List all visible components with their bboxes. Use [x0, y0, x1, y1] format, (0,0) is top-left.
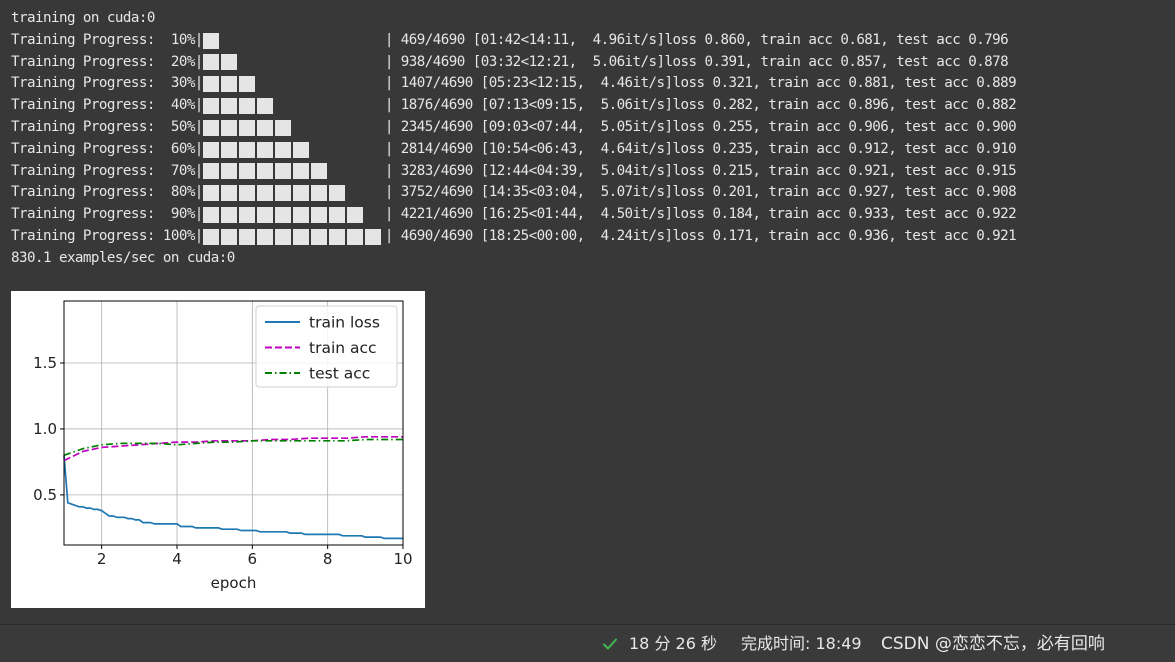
progress-label: Training Progress: 80%| — [11, 184, 203, 201]
progress-bar-fill — [202, 76, 257, 93]
progress-bar — [202, 141, 383, 159]
progress-bar — [202, 75, 383, 93]
header-line: training on cuda:0 — [11, 10, 155, 26]
progress-bar — [202, 206, 383, 224]
legend-label: train acc — [309, 339, 377, 357]
progress-bar-fill — [202, 54, 239, 71]
progress-line: Training Progress: 20%| | 938/4690 [03:32… — [11, 52, 1171, 74]
progress-stats: | 2345/4690 [09:03<07:44, 5.05it/s]loss … — [384, 118, 1017, 135]
progress-line: Training Progress: 90%| | 4221/4690 [16:2… — [11, 204, 1171, 226]
progress-stats: | 938/4690 [03:32<12:21, 5.06it/s]loss 0… — [384, 53, 1009, 70]
progress-line: Training Progress: 80%| | 3752/4690 [14:3… — [11, 182, 1171, 204]
progress-bar — [202, 32, 383, 50]
training-chart: 2 4 6 8 10 0.5 1.0 1.5 epoch train loss train acc t… — [33, 300, 413, 592]
progress-line: Training Progress: 70%| | 3283/4690 [12:4… — [11, 161, 1171, 183]
progress-bar-fill — [202, 207, 365, 224]
progress-bar — [202, 162, 383, 180]
x-tick-label: 6 — [248, 550, 258, 568]
progress-bar-fill — [202, 228, 383, 245]
check-icon — [603, 638, 617, 650]
elapsed-time: 18 分 26 秒 — [629, 634, 717, 653]
y-tick-label: 0.5 — [33, 486, 57, 504]
progress-bar-fill — [202, 141, 311, 158]
progress-stats: | 1876/4690 [07:13<09:15, 5.06it/s]loss … — [384, 97, 1017, 114]
progress-label: Training Progress: 60%| — [11, 140, 203, 157]
progress-bar — [202, 119, 383, 137]
x-tick-label: 4 — [172, 550, 182, 568]
progress-label: Training Progress: 50%| — [11, 118, 203, 135]
progress-label: Training Progress: 30%| — [11, 75, 203, 92]
progress-stats: | 4221/4690 [16:25<01:44, 4.50it/s]loss … — [384, 206, 1017, 223]
progress-list: Training Progress: 10%| | 469/4690 [01:42… — [11, 30, 1171, 248]
progress-stats: | 2814/4690 [10:54<06:43, 4.64it/s]loss … — [384, 140, 1017, 157]
progress-line: Training Progress: 50%| | 2345/4690 [09:0… — [11, 117, 1171, 139]
throughput-line: 830.1 examples/sec on cuda:0 — [11, 249, 235, 266]
progress-stats: | 469/4690 [01:42<14:11, 4.96it/s]loss 0… — [384, 31, 1009, 48]
progress-label: Training Progress: 90%| — [11, 206, 203, 223]
x-tick-label: 10 — [393, 550, 412, 568]
progress-line: Training Progress: 30%| | 1407/4690 [05:2… — [11, 73, 1171, 95]
progress-bar-fill — [202, 163, 329, 180]
status-bar: 18 分 26 秒 完成时间: 18:49 CSDN @恋恋不忘，必有回响 — [0, 624, 1175, 662]
progress-bar — [202, 53, 383, 71]
progress-bar — [202, 184, 383, 202]
progress-bar — [202, 97, 383, 115]
progress-stats: | 4690/4690 [18:25<00:00, 4.24it/s]loss … — [384, 227, 1017, 244]
x-tick-label: 8 — [323, 550, 333, 568]
progress-label: Training Progress: 40%| — [11, 97, 203, 114]
progress-stats: | 3283/4690 [12:44<04:39, 5.04it/s]loss … — [384, 162, 1017, 179]
y-tick-label: 1.5 — [33, 354, 57, 372]
progress-label: Training Progress: 70%| — [11, 162, 203, 179]
progress-stats: | 1407/4690 [05:23<12:15, 4.46it/s]loss … — [384, 75, 1017, 92]
y-tick-label: 1.0 — [33, 420, 57, 438]
progress-label: Training Progress: 100%| — [11, 227, 203, 244]
progress-line: Training Progress: 100%| | 4690/4690 [18:… — [11, 226, 1171, 248]
watermark: CSDN @恋恋不忘，必有回响 — [881, 634, 1105, 654]
progress-line: Training Progress: 40%| | 1876/4690 [07:1… — [11, 95, 1171, 117]
progress-stats: | 3752/4690 [14:35<03:04, 5.07it/s]loss … — [384, 184, 1017, 201]
finished-time: 完成时间: 18:49 — [741, 634, 862, 653]
legend-label: test acc — [309, 365, 370, 383]
progress-bar — [202, 228, 383, 246]
progress-bar-fill — [202, 185, 347, 202]
x-axis-label: epoch — [211, 574, 257, 592]
training-plot: 2 4 6 8 10 0.5 1.0 1.5 epoch train loss train acc t… — [11, 291, 425, 608]
legend-label: train loss — [309, 314, 380, 332]
progress-bar-fill — [202, 32, 221, 49]
progress-bar-fill — [202, 98, 275, 115]
progress-line: Training Progress: 10%| | 469/4690 [01:42… — [11, 30, 1171, 52]
terminal-output: training on cuda:0 Training Progress: 10… — [11, 8, 1171, 270]
x-tick-label: 2 — [97, 550, 107, 568]
progress-line: Training Progress: 60%| | 2814/4690 [10:5… — [11, 139, 1171, 161]
progress-label: Training Progress: 10%| — [11, 31, 203, 48]
progress-bar-fill — [202, 119, 293, 136]
progress-label: Training Progress: 20%| — [11, 53, 203, 70]
